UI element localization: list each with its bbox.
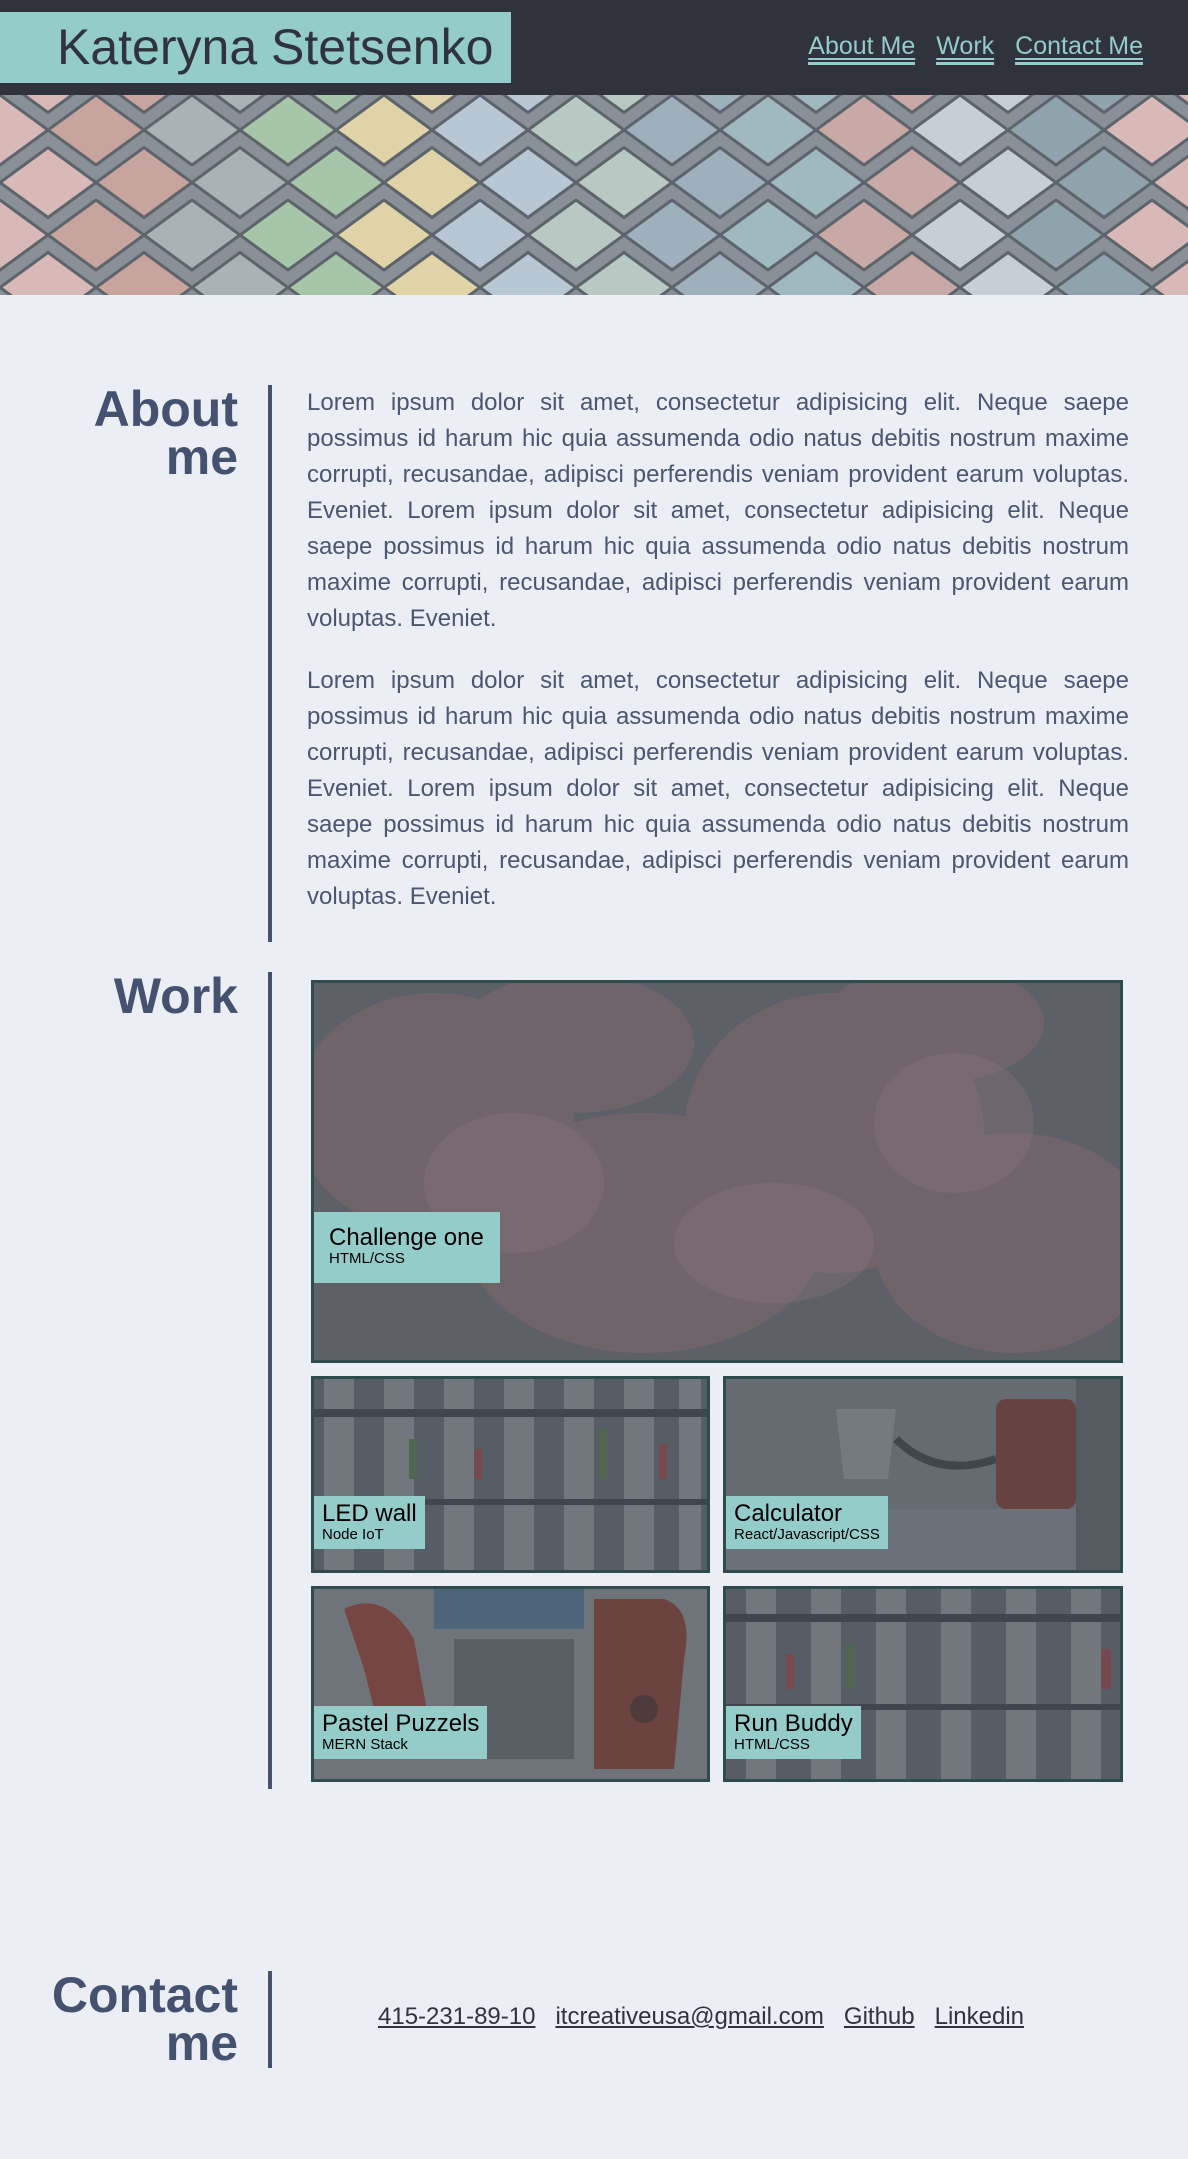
project-label: Calculator React/Javascript/CSS: [726, 1496, 888, 1549]
project-tech: Node IoT: [322, 1526, 384, 1543]
project-tech: MERN Stack: [322, 1736, 408, 1753]
main-nav: About Me Work Contact Me: [808, 30, 1143, 65]
project-card-led-wall[interactable]: LED wall Node IoT: [311, 1376, 710, 1573]
project-tech: React/Javascript/CSS: [734, 1526, 880, 1543]
about-divider: [268, 385, 272, 942]
nav-about-me[interactable]: About Me: [808, 30, 916, 65]
project-card-run-buddy[interactable]: Run Buddy HTML/CSS: [723, 1586, 1123, 1782]
project-label: Challenge one HTML/CSS: [314, 1212, 500, 1283]
project-tech: HTML/CSS: [734, 1736, 810, 1753]
contact-links: 415-231-89-10 itcreativeusa@gmail.com Gi…: [378, 2003, 1024, 2031]
contact-email-link[interactable]: itcreativeusa@gmail.com: [555, 2003, 823, 2031]
contact-linkedin-link[interactable]: Linkedin: [935, 2003, 1024, 2031]
project-title: Pastel Puzzels: [322, 1710, 480, 1737]
contact-heading: Contact me: [52, 1970, 238, 2068]
contact-phone-link[interactable]: 415-231-89-10: [378, 2003, 535, 2031]
project-title: LED wall: [322, 1500, 417, 1527]
work-divider: [268, 972, 272, 1789]
project-title: Calculator: [734, 1500, 843, 1527]
contact-github-link[interactable]: Github: [844, 2003, 915, 2031]
project-title: Challenge one: [329, 1224, 484, 1251]
about-paragraph: Lorem ipsum dolor sit amet, consectetur …: [307, 389, 1129, 632]
project-card-calculator[interactable]: Calculator React/Javascript/CSS: [723, 1376, 1123, 1573]
project-tech: HTML/CSS: [329, 1250, 405, 1267]
nav-contact-me[interactable]: Contact Me: [1015, 30, 1143, 65]
project-card-pastel-puzzels[interactable]: Pastel Puzzels MERN Stack: [311, 1586, 710, 1782]
project-label: Run Buddy HTML/CSS: [726, 1706, 861, 1759]
project-card-challenge-one[interactable]: Challenge one HTML/CSS: [311, 980, 1123, 1363]
work-heading: Work: [113, 968, 238, 1024]
about-body: Lorem ipsum dolor sit amet, consectetur …: [307, 385, 1129, 915]
about-heading: About me: [94, 384, 238, 482]
about-paragraph: Lorem ipsum dolor sit amet, consectetur …: [307, 667, 1129, 910]
contact-divider: [268, 1971, 272, 2068]
project-label: LED wall Node IoT: [314, 1496, 425, 1549]
project-label: Pastel Puzzels MERN Stack: [314, 1706, 488, 1759]
project-title: Run Buddy: [734, 1710, 853, 1737]
about-heading-line2: me: [165, 429, 238, 485]
hero-banner-image: [0, 95, 1188, 295]
site-header: Kateryna Stetsenko About Me Work Contact…: [0, 0, 1188, 95]
nav-work[interactable]: Work: [936, 30, 995, 65]
contact-heading-line2: me: [165, 2015, 238, 2071]
site-title[interactable]: Kateryna Stetsenko: [0, 12, 511, 83]
